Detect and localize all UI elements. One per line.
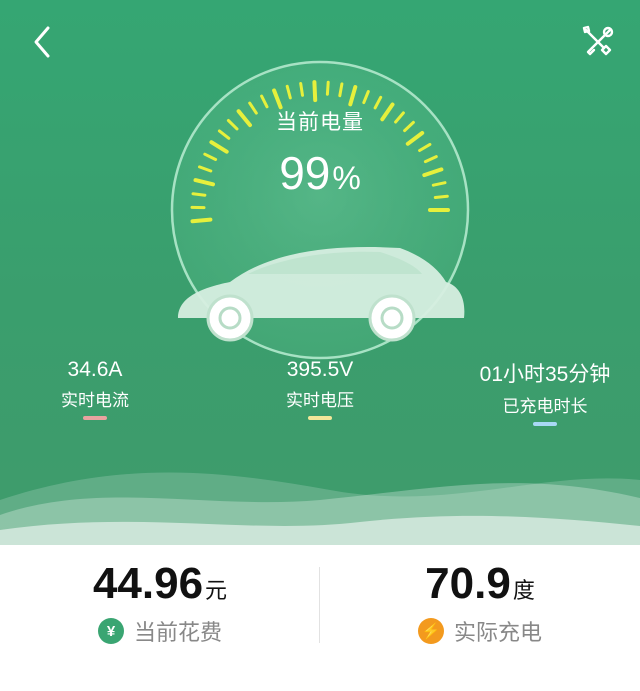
duration-accent-bar	[533, 422, 557, 426]
energy-caption: ⚡ 实际充电	[320, 615, 640, 647]
tools-icon	[582, 25, 614, 56]
cost-metric: 44.96元 ¥ 当前花费	[0, 559, 320, 647]
voltage-value: 395.5V	[286, 358, 354, 381]
settings-tools-button[interactable]	[578, 22, 618, 62]
charging-panel: 当前电量 99% 34.6A 实时电流 395.5V 实时电压 01小时35分钟…	[0, 0, 640, 545]
battery-level-label: 当前电量	[276, 110, 364, 134]
voltage-label: 实时电压	[286, 391, 354, 411]
gauge-tick	[312, 80, 318, 103]
battery-level-value: 99%	[220, 146, 420, 200]
current-accent-bar	[83, 416, 107, 420]
energy-label: 实际充电	[453, 621, 542, 646]
energy-amount: 70.9度	[320, 559, 640, 609]
battery-percent: 99	[279, 147, 331, 199]
stat-duration: 01小时35分钟 已充电时长	[460, 358, 630, 426]
chevron-left-icon	[34, 26, 50, 58]
energy-unit: 度	[512, 579, 535, 604]
gauge-tick	[190, 217, 213, 224]
energy-metric: 70.9度 ⚡ 实际充电	[320, 559, 640, 647]
cost-amount: 44.96元	[0, 559, 320, 609]
cost-label: 当前花费	[133, 621, 222, 646]
gauge-tick	[299, 82, 304, 97]
current-value: 34.6A	[67, 358, 123, 381]
duration-value: 01小时35分钟	[479, 363, 611, 386]
cost-value: 44.96	[92, 559, 204, 608]
duration-label: 已充电时长	[502, 397, 588, 417]
stat-voltage: 395.5V 实时电压	[255, 358, 385, 420]
gauge-tick	[325, 80, 330, 96]
gauge-tick	[191, 192, 207, 197]
gauge-tick	[433, 194, 449, 199]
current-label: 实时电流	[61, 391, 129, 411]
cost-caption: ¥ 当前花费	[0, 615, 320, 647]
wave-decoration	[0, 472, 640, 545]
back-button[interactable]	[24, 22, 64, 62]
summary-panel: 44.96元 ¥ 当前花费 70.9度 ⚡ 实际充电	[0, 545, 640, 691]
cost-unit: 元	[205, 579, 228, 604]
lightning-icon: ⚡	[417, 618, 444, 644]
stat-current: 34.6A 实时电流	[30, 358, 160, 420]
gauge-tick	[338, 82, 344, 98]
yen-icon: ¥	[97, 618, 124, 644]
energy-value: 70.9	[425, 559, 511, 608]
battery-gauge	[170, 60, 470, 360]
voltage-accent-bar	[308, 416, 332, 420]
percent-unit: %	[332, 160, 361, 196]
